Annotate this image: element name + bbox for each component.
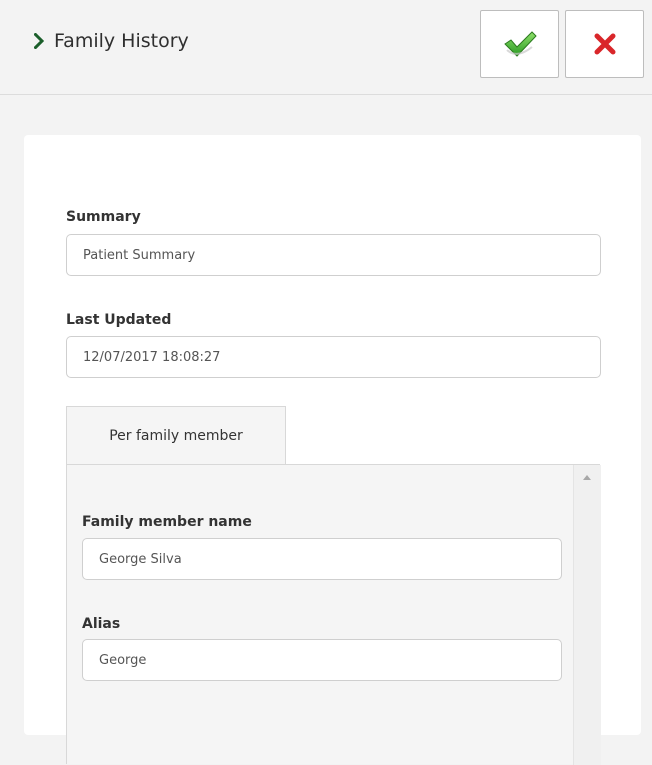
- summary-input[interactable]: [66, 234, 601, 276]
- checkmark-icon: [503, 31, 537, 57]
- alias-input[interactable]: [82, 639, 562, 681]
- family-member-name-label: Family member name: [82, 514, 252, 530]
- tab-per-family-member[interactable]: Per family member: [66, 406, 286, 465]
- cancel-button[interactable]: [565, 10, 644, 78]
- page-title: Family History: [34, 30, 189, 52]
- close-icon: [594, 33, 615, 55]
- family-member-name-input[interactable]: [82, 538, 562, 580]
- last-updated-input[interactable]: [66, 336, 601, 378]
- last-updated-label: Last Updated: [66, 312, 172, 328]
- scrollbar[interactable]: [573, 465, 601, 765]
- page-title-text: Family History: [54, 30, 189, 52]
- form-card: Summary Last Updated Per family member F…: [24, 135, 641, 765]
- alias-label: Alias: [82, 616, 121, 632]
- page-header: Family History: [0, 0, 652, 95]
- chevron-right-icon: [34, 33, 44, 49]
- scroll-up-arrow-icon[interactable]: [583, 475, 591, 480]
- save-button[interactable]: [480, 10, 559, 78]
- tab-panel: Family member name Alias: [66, 464, 600, 764]
- summary-label: Summary: [66, 209, 141, 225]
